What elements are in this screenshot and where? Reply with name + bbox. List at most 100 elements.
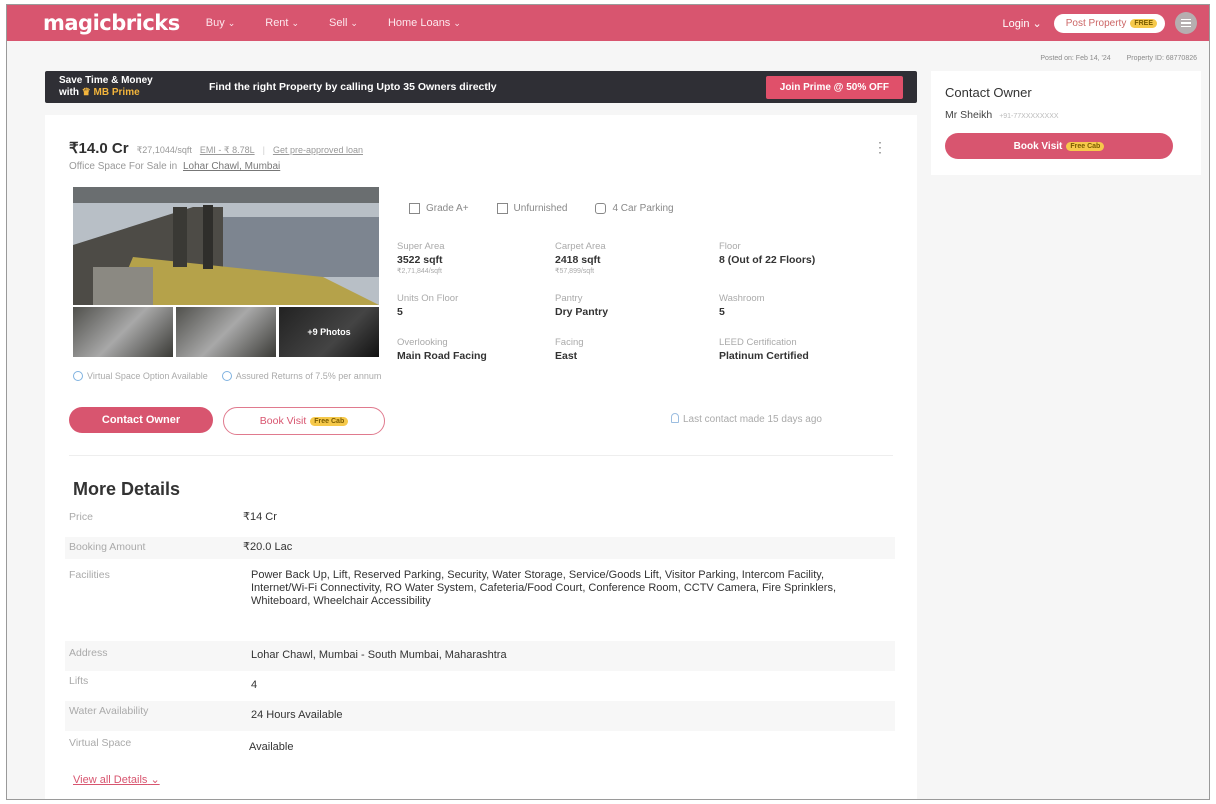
owner-phone: +91-77XXXXXXXX [999, 113, 1059, 120]
spec-floor: Floor 8 (Out of 22 Floors) [719, 241, 815, 266]
free-cab-badge: Free Cab [310, 416, 349, 426]
detail-label: Booking Amount [69, 541, 146, 553]
nav-sell[interactable]: Sell ⌄ [329, 17, 358, 29]
spec-carpet-area: Carpet Area 2418 sqft ₹57,899/sqft [555, 241, 606, 275]
detail-value: ₹14 Cr [243, 511, 277, 523]
chevron-down-icon: ⌄ [453, 18, 461, 28]
badge-parking: 4 Car Parking [595, 203, 674, 214]
spec-label: Facing [555, 337, 584, 348]
detail-row-lifts: Lifts 4 [65, 675, 895, 697]
view-all-details-link[interactable]: View all Details ⌄ [73, 773, 160, 786]
detail-label: Virtual Space [69, 737, 132, 749]
prime-with: with [59, 87, 79, 98]
check-circle-icon [73, 371, 83, 381]
detail-label: Water Availability [69, 705, 149, 717]
feature-badges: Grade A+ Unfurnished 4 Car Parking [409, 203, 702, 214]
photo-thumbnails: +9 Photos [73, 307, 379, 357]
badge-furnishing: Unfurnished [496, 203, 567, 214]
prime-tagline-line1: Save Time & Money [59, 75, 153, 86]
last-contact-text: Last contact made 15 days ago [683, 414, 822, 425]
nav-home-loans-label: Home Loans [387, 17, 451, 29]
location-link[interactable]: Lohar Chawl, Mumbai [183, 161, 280, 172]
prime-banner-tagline: Save Time & Money with ♛ MB Prime [59, 75, 209, 99]
listing-type: Office Space For Sale in [69, 161, 178, 172]
detail-row-address: Address Lohar Chawl, Mumbai - South Mumb… [65, 641, 895, 671]
divider [69, 455, 893, 456]
book-visit-label: Book Visit [259, 415, 307, 427]
top-navigation: magicbricks Buy ⌄ Rent ⌄ Sell ⌄ Home Loans ⌄… [7, 5, 1209, 41]
detail-label: Facilities [69, 569, 110, 581]
photo-thumbnail[interactable] [73, 307, 173, 357]
spec-value: 3522 sqft [397, 254, 443, 266]
pre-approved-loan-link[interactable]: Get pre-approved loan [273, 145, 363, 155]
main-photo[interactable] [73, 187, 379, 305]
detail-row-price: Price ₹14 Cr [65, 511, 895, 531]
prime-banner: Save Time & Money with ♛ MB Prime Find t… [45, 71, 917, 103]
badge-grade: Grade A+ [409, 203, 469, 214]
owner-name: Mr Sheikh [945, 109, 993, 121]
prime-brand: MB Prime [93, 87, 140, 98]
detail-value: Available [249, 741, 294, 753]
nav-home-loans[interactable]: Home Loans ⌄ [388, 17, 461, 29]
hamburger-menu-icon[interactable] [1175, 12, 1197, 34]
car-icon [595, 203, 607, 214]
post-property-label: Post Property [1065, 17, 1127, 29]
chevron-down-icon: ⌄ [350, 18, 358, 28]
detail-row-virtual-space: Virtual Space Available [65, 737, 895, 761]
last-contact-info: Last contact made 15 days ago [671, 413, 822, 425]
sidebar-title: Contact Owner [945, 85, 1032, 100]
nav-sell-label: Sell [329, 17, 348, 29]
post-property-button[interactable]: Post Property FREE [1053, 13, 1165, 33]
chevron-down-icon: ⌄ [291, 18, 300, 28]
property-id: Property ID: 68770826 [1126, 55, 1197, 62]
posted-date: Posted on: Feb 14, '24 [1040, 55, 1111, 62]
spec-value: 2418 sqft [555, 254, 601, 266]
spec-sub: ₹57,899/sqft [555, 268, 595, 275]
spec-label: Carpet Area [555, 241, 606, 252]
prime-message: Find the right Property by calling Upto … [209, 81, 497, 93]
spec-value: 8 (Out of 22 Floors) [719, 254, 816, 266]
detail-value: 24 Hours Available [251, 709, 343, 721]
nav-buy[interactable]: Buy ⌄ [206, 17, 236, 29]
emi-link[interactable]: EMI - ₹ 8.78L [200, 145, 255, 156]
price-row: ₹14.0 Cr ₹27,1044/sqft EMI - ₹ 8.78L | G… [69, 139, 363, 157]
sidebar-book-visit-label: Book Visit [1013, 140, 1063, 152]
book-visit-button[interactable]: Book Visit Free Cab [223, 407, 385, 435]
nav-right: Login ⌄ Post Property FREE [1003, 12, 1197, 34]
site-logo[interactable]: magicbricks [43, 11, 180, 35]
detail-row-water: Water Availability 24 Hours Available [65, 701, 895, 731]
view-all-label: View all Details [73, 774, 148, 786]
crown-icon: ♛ [81, 87, 91, 98]
detail-label: Address [69, 647, 108, 659]
join-prime-button[interactable]: Join Prime @ 50% OFF [765, 75, 903, 99]
nav-rent[interactable]: Rent ⌄ [265, 17, 299, 29]
login-label: Login [1002, 17, 1030, 30]
badge-grade-label: Grade A+ [426, 203, 469, 214]
spec-leed: LEED Certification Platinum Certified [719, 337, 809, 362]
spec-value: Dry Pantry [555, 306, 609, 318]
spec-label: Super Area [397, 241, 445, 252]
spec-super-area: Super Area 3522 sqft ₹2,71,844/sqft [397, 241, 445, 275]
listing-subtitle: Office Space For Sale in Lohar Chawl, Mu… [69, 161, 280, 172]
listing-price: ₹14.0 Cr [69, 140, 129, 157]
prime-tagline-line2: with ♛ MB Prime [59, 87, 209, 99]
detail-value: 4 [251, 679, 258, 691]
spec-label: Washroom [719, 293, 765, 304]
more-options-icon[interactable]: ⋮ [873, 139, 887, 156]
free-badge: FREE [1130, 18, 1157, 28]
detail-value: Power Back Up, Lift, Reserved Parking, S… [251, 569, 837, 607]
spec-washroom: Washroom 5 [719, 293, 765, 318]
sidebar-book-visit-button[interactable]: Book Visit Free Cab [945, 133, 1173, 159]
listing-card: ₹14.0 Cr ₹27,1044/sqft EMI - ₹ 8.78L | G… [45, 115, 917, 799]
spec-value: 5 [397, 306, 403, 318]
spec-label: Floor [719, 241, 741, 252]
nav-buy-label: Buy [205, 17, 225, 29]
photo-thumbnail[interactable] [176, 307, 276, 357]
spec-overlooking: Overlooking Main Road Facing [397, 337, 487, 362]
chevron-down-icon: ⌄ [227, 18, 236, 28]
more-photos-thumbnail[interactable]: +9 Photos [279, 307, 379, 357]
login-menu[interactable]: Login ⌄ [1003, 17, 1042, 30]
contact-owner-button[interactable]: Contact Owner [69, 407, 213, 433]
detail-value: Lohar Chawl, Mumbai - South Mumbai, Maha… [251, 649, 507, 661]
more-photos-count: +9 Photos [307, 327, 351, 337]
